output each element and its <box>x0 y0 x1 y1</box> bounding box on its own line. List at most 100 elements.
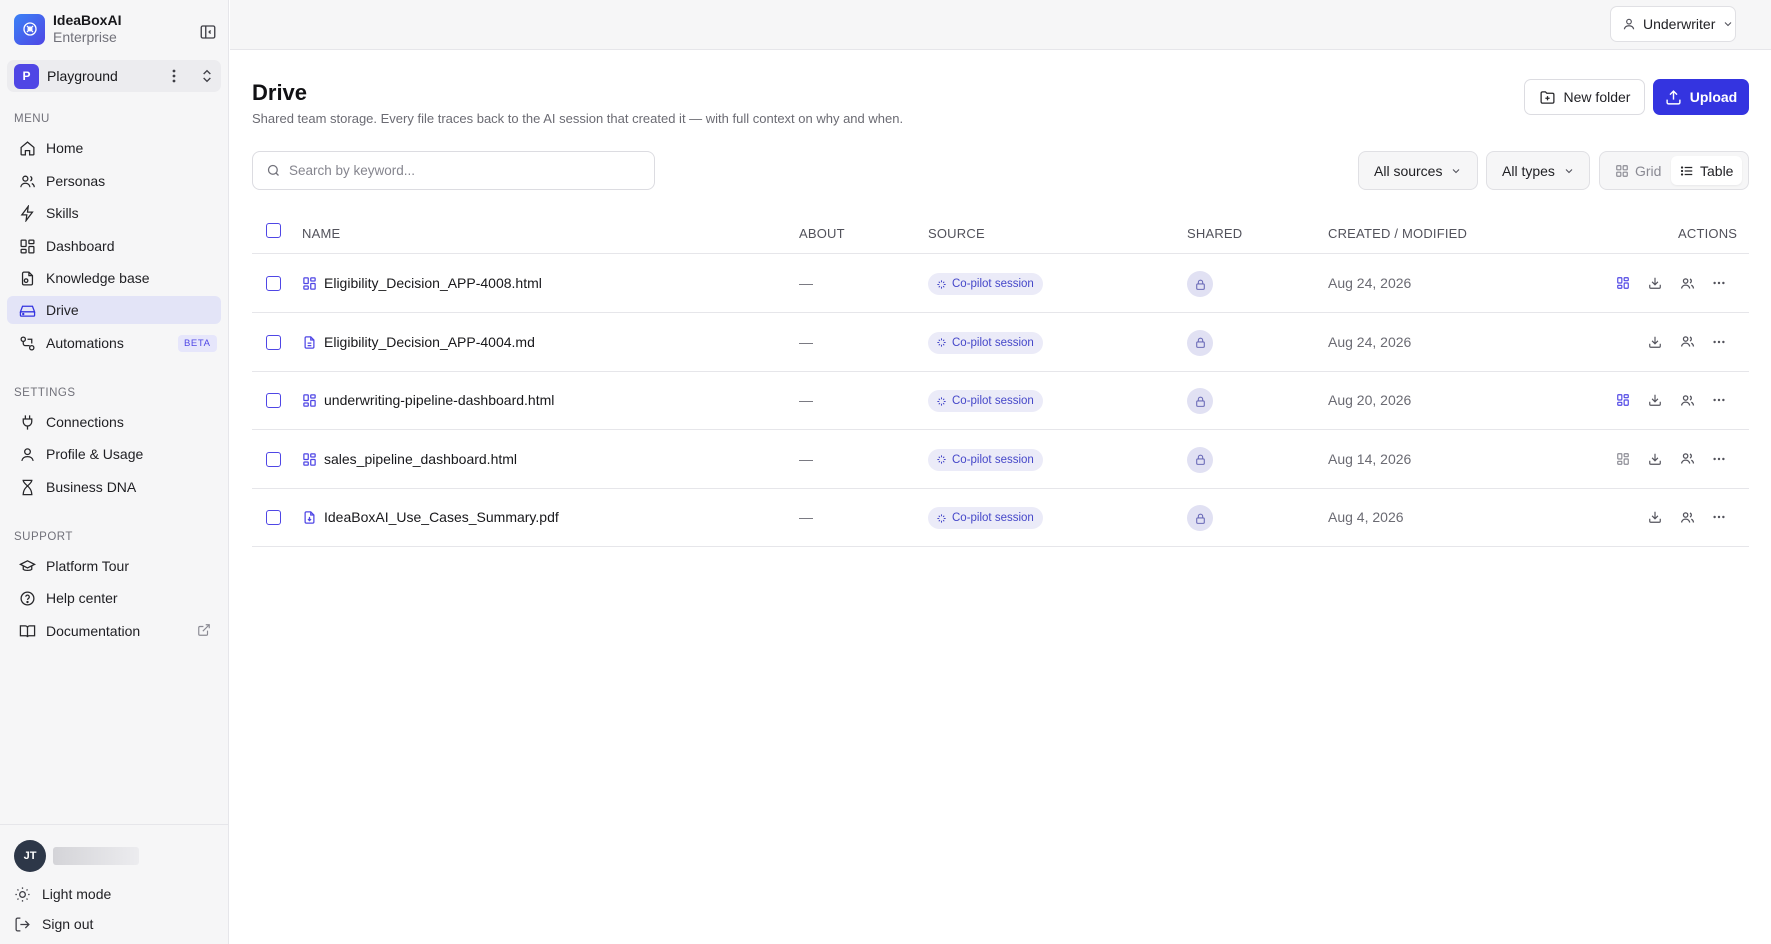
app-logo-icon <box>14 13 45 45</box>
table-row[interactable]: underwriting-pipeline-dashboard.html — Co-… <box>252 372 1749 430</box>
role-selector[interactable]: Underwriter <box>1610 6 1736 42</box>
more-vertical-icon[interactable] <box>166 68 182 84</box>
sidebar-footer: JT Light mode Sign out <box>0 824 229 944</box>
open-dashboard-icon[interactable] <box>1615 451 1631 467</box>
sources-filter[interactable]: All sources <box>1358 151 1478 190</box>
file-name[interactable]: Eligibility_Decision_APP-4004.md <box>324 334 535 350</box>
table-row[interactable]: sales_pipeline_dashboard.html — Co-pilot s… <box>252 431 1749 489</box>
brand[interactable]: IdeaBoxAI Enterprise <box>14 12 121 46</box>
sidebar-item-label: Dashboard <box>46 238 115 254</box>
source-label: Co-pilot session <box>952 395 1034 407</box>
more-horizontal-icon[interactable] <box>1711 451 1727 467</box>
open-dashboard-icon[interactable] <box>1615 275 1631 291</box>
external-link-icon <box>197 623 212 638</box>
sidebar-item-business-dna[interactable]: Business DNA <box>7 473 221 501</box>
share-users-icon[interactable] <box>1679 275 1695 291</box>
user-name-redacted <box>53 847 139 865</box>
share-users-icon[interactable] <box>1679 334 1695 350</box>
user-icon <box>18 445 36 463</box>
sign-out-button[interactable]: Sign out <box>14 913 93 935</box>
table-row[interactable]: IdeaBoxAI_Use_Cases_Summary.pdf — Co-pilot… <box>252 489 1749 547</box>
more-horizontal-icon[interactable] <box>1711 334 1727 350</box>
dashboard-file-icon <box>302 393 317 408</box>
row-checkbox[interactable] <box>266 451 281 467</box>
sidebar-item-help-center[interactable]: Help center <box>7 584 221 612</box>
download-icon[interactable] <box>1647 451 1663 467</box>
more-horizontal-icon[interactable] <box>1711 275 1727 291</box>
sidebar-item-label: Automations <box>46 335 124 351</box>
row-checkbox[interactable] <box>266 276 281 291</box>
lock-icon <box>1187 505 1213 531</box>
sidebar-item-label: Help center <box>46 590 118 606</box>
collapse-sidebar-icon[interactable] <box>199 23 217 41</box>
sidebar-item-knowledge-base[interactable]: Knowledge base <box>7 264 221 292</box>
file-name[interactable]: sales_pipeline_dashboard.html <box>324 451 517 467</box>
row-checkbox[interactable] <box>266 510 281 525</box>
table-view-label: Table <box>1700 162 1734 179</box>
download-icon[interactable] <box>1647 334 1663 350</box>
column-header-created[interactable]: CREATED / MODIFIED <box>1328 226 1467 241</box>
open-dashboard-icon[interactable] <box>1615 392 1631 408</box>
search-input[interactable] <box>289 163 629 178</box>
grid-view-label: Grid <box>1635 162 1662 179</box>
sparkle-icon <box>936 279 947 290</box>
file-name[interactable]: IdeaBoxAI_Use_Cases_Summary.pdf <box>324 509 559 525</box>
column-header-name[interactable]: NAME <box>302 226 340 241</box>
select-all-checkbox[interactable] <box>266 223 281 238</box>
light-mode-toggle[interactable]: Light mode <box>14 883 111 905</box>
source-badge: Co-pilot session <box>928 390 1043 412</box>
column-header-source: SOURCE <box>928 226 985 241</box>
share-users-icon[interactable] <box>1679 392 1695 408</box>
sidebar-item-automations[interactable]: Automations BETA <box>7 329 221 357</box>
chevrons-up-down-icon[interactable] <box>199 68 215 84</box>
dashboard-file-icon <box>302 452 317 467</box>
beta-badge: BETA <box>178 335 217 352</box>
new-folder-label: New folder <box>1563 89 1631 105</box>
row-checkbox[interactable] <box>266 334 281 350</box>
chevron-down-icon <box>1563 165 1575 177</box>
download-icon[interactable] <box>1647 509 1663 525</box>
workspace-badge: P <box>14 63 39 89</box>
sidebar-item-profile-usage[interactable]: Profile & Usage <box>7 440 221 468</box>
download-icon[interactable] <box>1647 275 1663 291</box>
sidebar-item-drive[interactable]: Drive <box>7 296 221 324</box>
avatar[interactable]: JT <box>14 840 46 872</box>
file-date: Aug 4, 2026 <box>1328 509 1404 525</box>
types-filter[interactable]: All types <box>1486 151 1590 190</box>
home-icon <box>18 139 36 157</box>
share-users-icon[interactable] <box>1679 451 1695 467</box>
log-out-icon <box>14 916 31 933</box>
more-horizontal-icon[interactable] <box>1711 392 1727 408</box>
sidebar-item-dashboard[interactable]: Dashboard <box>7 232 221 260</box>
source-badge: Co-pilot session <box>928 273 1043 295</box>
table-row[interactable]: Eligibility_Decision_APP-4004.md — Co-pilo… <box>252 314 1749 372</box>
document-file-icon <box>302 335 317 350</box>
file-name[interactable]: underwriting-pipeline-dashboard.html <box>324 392 554 408</box>
sidebar-item-personas[interactable]: Personas <box>7 167 221 195</box>
source-badge: Co-pilot session <box>928 507 1043 529</box>
upload-button[interactable]: Upload <box>1653 79 1749 115</box>
more-horizontal-icon[interactable] <box>1711 509 1727 525</box>
drive-icon <box>18 301 36 319</box>
sidebar-item-documentation[interactable]: Documentation <box>7 617 221 645</box>
dashboard-icon <box>18 237 36 255</box>
table-view-button[interactable]: Table <box>1671 156 1743 185</box>
grid-view-button[interactable]: Grid <box>1606 156 1670 185</box>
column-header-actions: ACTIONS <box>1678 226 1738 241</box>
sidebar-item-connections[interactable]: Connections <box>7 408 221 436</box>
file-name[interactable]: Eligibility_Decision_APP-4008.html <box>324 275 542 291</box>
sidebar-item-platform-tour[interactable]: Platform Tour <box>7 552 221 580</box>
sidebar-item-skills[interactable]: Skills <box>7 199 221 227</box>
sidebar-item-label: Home <box>46 140 84 156</box>
sidebar-item-home[interactable]: Home <box>7 134 221 162</box>
table-row[interactable]: Eligibility_Decision_APP-4008.html — Co-pi… <box>252 255 1749 313</box>
sparkle-icon <box>936 337 947 348</box>
share-users-icon[interactable] <box>1679 509 1695 525</box>
row-checkbox[interactable] <box>266 393 281 408</box>
folder-plus-icon <box>1539 89 1556 106</box>
new-folder-button[interactable]: New folder <box>1524 79 1645 115</box>
chevron-down-icon <box>1450 165 1462 177</box>
workspace-switcher[interactable]: P Playground <box>7 60 221 92</box>
download-icon[interactable] <box>1647 392 1663 408</box>
file-date: Aug 24, 2026 <box>1328 275 1412 291</box>
